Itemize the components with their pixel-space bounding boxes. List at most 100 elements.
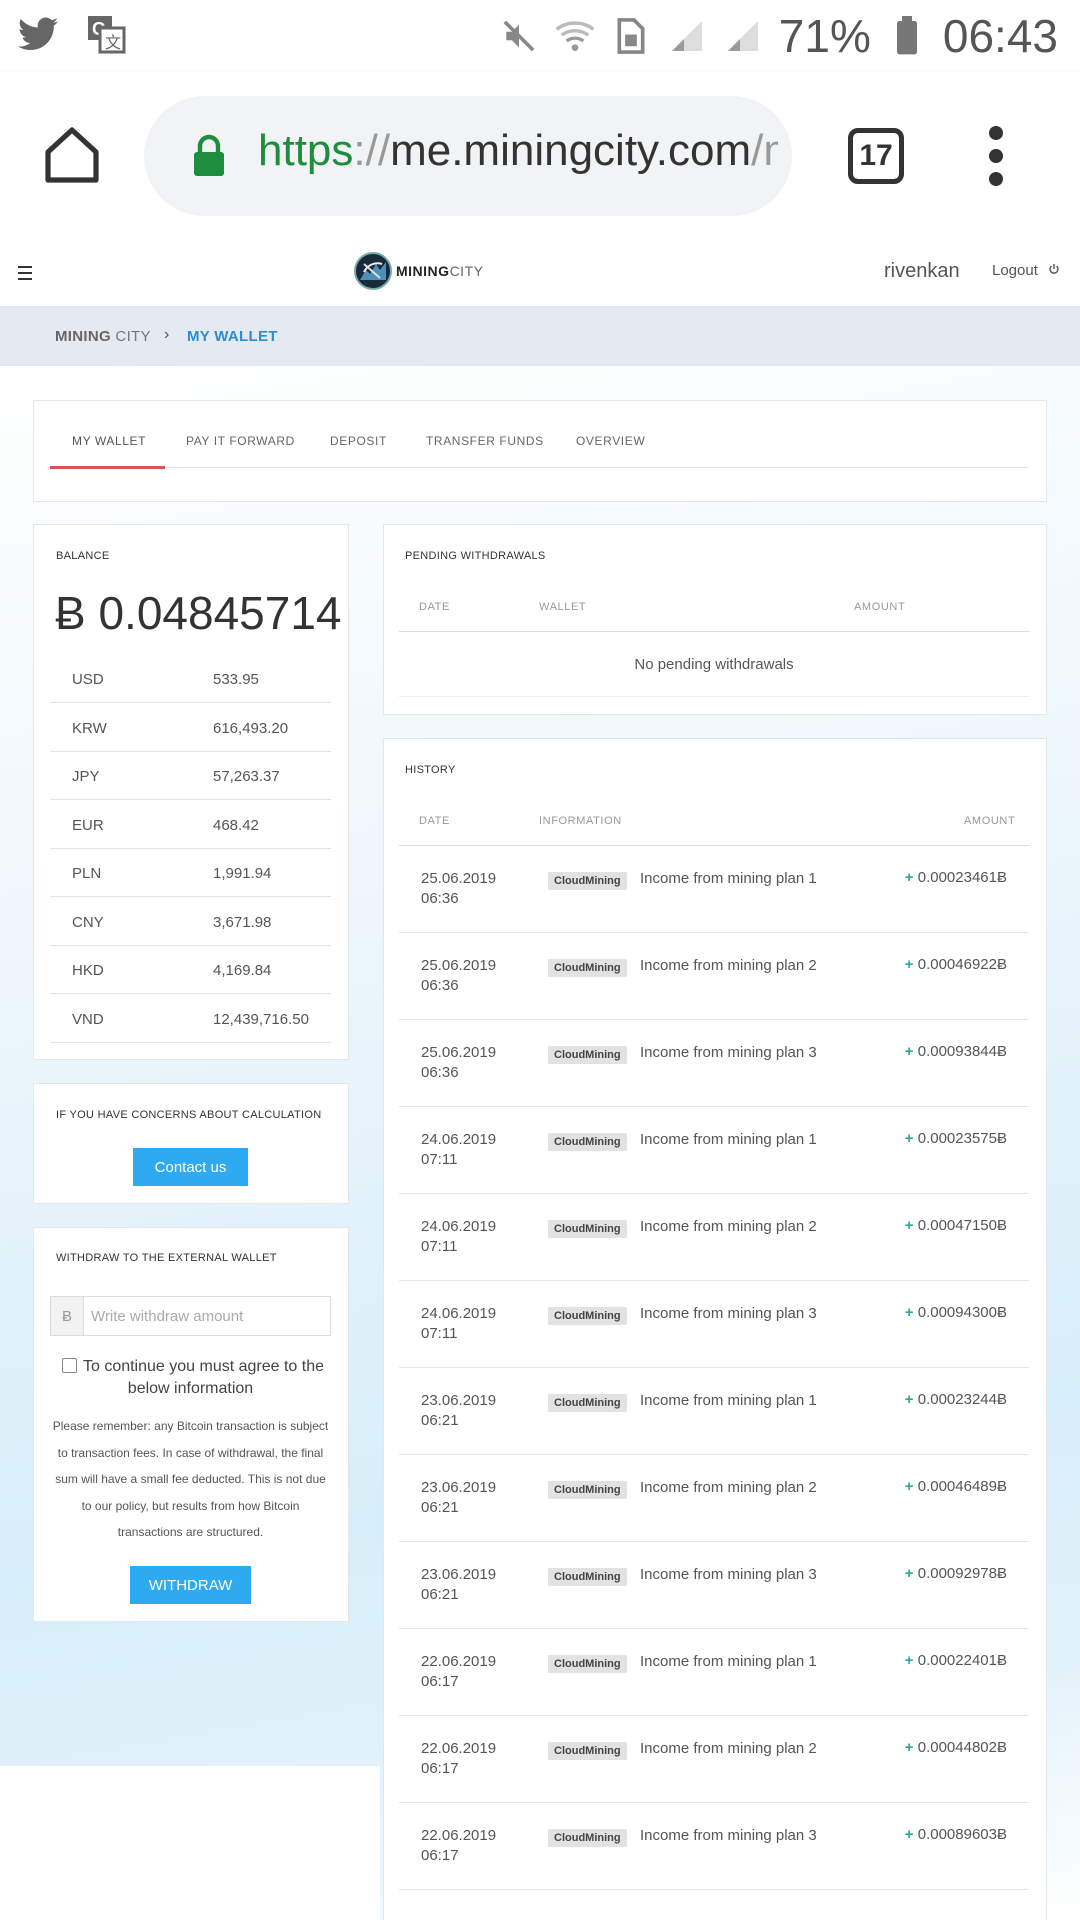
history-amount: + 0.00022401Ƀ bbox=[904, 1652, 1007, 1669]
table-row: 23.06.2019 06:21 Income from mining plan 2… bbox=[399, 1455, 1029, 1542]
table-row: 24.06.2019 07:11 Income from mining plan 3… bbox=[399, 1281, 1029, 1368]
currency-code: VND bbox=[72, 1010, 104, 1028]
tab-my-wallet[interactable]: MY WALLET bbox=[72, 434, 146, 470]
cloudmining-badge: CloudMining bbox=[548, 1307, 627, 1325]
table-row: 24.06.2019 07:11 Income from mining plan 2… bbox=[399, 1194, 1029, 1281]
pending-title: PENDING WITHDRAWALS bbox=[405, 550, 546, 562]
signal-icon bbox=[723, 16, 763, 56]
history-amount: + 0.00023461Ƀ bbox=[904, 869, 1007, 886]
logout-label: Logout bbox=[992, 262, 1038, 279]
currency-code: HKD bbox=[72, 962, 104, 979]
active-tab-indicator bbox=[50, 466, 165, 469]
mining-city-logo[interactable]: MININGCITY bbox=[354, 252, 483, 290]
currency-value: 616,493.20 bbox=[213, 719, 289, 737]
btc-balance: Ƀ 0.04845714 bbox=[55, 587, 342, 639]
history-amount: + 0.00093844Ƀ bbox=[904, 1043, 1007, 1060]
twitter-icon bbox=[18, 14, 58, 54]
home-icon[interactable] bbox=[42, 126, 102, 184]
hamburger-menu-icon[interactable] bbox=[18, 266, 32, 280]
fee-notice: Please remember: any Bitcoin transaction… bbox=[52, 1419, 329, 1539]
table-row: 25.06.2019 06:36 Income from mining plan 3… bbox=[399, 1020, 1029, 1107]
history-amount: + 0.00089603Ƀ bbox=[904, 1826, 1007, 1843]
battery-icon bbox=[887, 16, 927, 56]
breadcrumb-current: MY WALLET bbox=[187, 328, 278, 345]
history-date: 24.06.2019 07:11 bbox=[421, 1218, 497, 1255]
pending-divider bbox=[399, 696, 1029, 697]
cloudmining-badge: CloudMining bbox=[548, 872, 627, 890]
breadcrumb: MINING CITY › MY WALLET bbox=[0, 306, 1080, 366]
logo-text: MININGCITY bbox=[396, 263, 484, 279]
tab-transfer-funds[interactable]: TRANSFER FUNDS bbox=[426, 434, 544, 470]
cloudmining-badge: CloudMining bbox=[548, 959, 627, 977]
tab-overview[interactable]: OVERVIEW bbox=[576, 434, 645, 470]
history-amount: + 0.00044802Ƀ bbox=[904, 1739, 1007, 1756]
currency-row: CNY 3,671.98 bbox=[50, 898, 331, 946]
concern-title: IF YOU HAVE CONCERNS ABOUT CALCULATION bbox=[56, 1109, 322, 1121]
history-date: 22.06.2019 06:17 bbox=[421, 1653, 497, 1690]
tab-deposit[interactable]: DEPOSIT bbox=[330, 434, 387, 470]
sim-icon bbox=[611, 16, 651, 56]
contact-us-button[interactable]: Contact us bbox=[133, 1148, 248, 1186]
history-amount: + 0.00094300Ƀ bbox=[904, 1304, 1007, 1321]
agree-checkbox[interactable] bbox=[62, 1358, 77, 1373]
logout-button[interactable]: Logout bbox=[992, 262, 1060, 279]
history-date: 22.06.2019 06:17 bbox=[421, 1740, 497, 1777]
currency-value: 468.42 bbox=[213, 816, 259, 834]
breadcrumb-root[interactable]: MINING CITY bbox=[55, 328, 151, 345]
withdraw-amount-field: Ƀ bbox=[50, 1296, 331, 1336]
svg-text:文: 文 bbox=[105, 34, 121, 52]
currency-code: KRW bbox=[72, 719, 107, 737]
table-row: 22.06.2019 06:17 Income from mining plan 1… bbox=[399, 1629, 1029, 1716]
history-date: 22.06.2019 06:17 bbox=[421, 1827, 497, 1864]
pending-header-divider bbox=[399, 631, 1029, 632]
history-date: 23.06.2019 06:21 bbox=[421, 1566, 497, 1603]
translate-icon: G文 bbox=[86, 14, 126, 54]
table-row: 25.06.2019 06:36 Income from mining plan 1… bbox=[399, 846, 1029, 933]
table-row: 23.06.2019 06:21 Income from mining plan 3… bbox=[399, 1542, 1029, 1629]
history-amount: + 0.00047150Ƀ bbox=[904, 1217, 1007, 1234]
wallet-tabs: MY WALLET PAY IT FORWARD DEPOSIT TRANSFE… bbox=[50, 432, 1028, 468]
currency-code: USD bbox=[72, 671, 104, 688]
site-header: MININGCITY rivenkan Logout bbox=[0, 240, 1080, 306]
currency-value: 12,439,716.50 bbox=[213, 1010, 309, 1028]
currency-code: PLN bbox=[72, 865, 102, 882]
history-date: 24.06.2019 07:11 bbox=[421, 1305, 497, 1342]
username[interactable]: rivenkan bbox=[884, 260, 960, 283]
cloudmining-badge: CloudMining bbox=[548, 1655, 627, 1673]
table-row: 25.06.2019 06:36 Income from mining plan 2… bbox=[399, 933, 1029, 1020]
currency-row: PLN 1,991.94 bbox=[50, 849, 331, 897]
currency-code: CNY bbox=[72, 913, 104, 931]
power-icon bbox=[1048, 262, 1060, 279]
currency-value: 1,991.94 bbox=[213, 865, 272, 882]
currency-value: 4,169.84 bbox=[213, 962, 272, 979]
withdraw-title: WITHDRAW TO THE EXTERNAL WALLET bbox=[56, 1252, 277, 1264]
history-amount: + 0.00023244Ƀ bbox=[904, 1391, 1007, 1408]
cloudmining-badge: CloudMining bbox=[548, 1394, 627, 1412]
battery-percent: 71% bbox=[778, 10, 871, 62]
bitcoin-prefix-icon: Ƀ bbox=[51, 1297, 84, 1335]
tab-pay-it-forward[interactable]: PAY IT FORWARD bbox=[186, 434, 295, 470]
currency-row: VND 12,439,716.50 bbox=[50, 995, 331, 1043]
cloudmining-badge: CloudMining bbox=[548, 1481, 627, 1499]
history-date: 25.06.2019 06:36 bbox=[421, 1044, 497, 1081]
mute-icon bbox=[499, 16, 539, 56]
table-row: 24.06.2019 07:11 Income from mining plan 1… bbox=[399, 1107, 1029, 1194]
history-amount: + 0.00046922Ƀ bbox=[904, 956, 1007, 973]
cloudmining-badge: CloudMining bbox=[548, 1829, 627, 1847]
pending-col-wallet: WALLET bbox=[539, 601, 587, 613]
currency-value: 3,671.98 bbox=[213, 913, 272, 931]
history-amount: + 0.00046489Ƀ bbox=[904, 1478, 1007, 1495]
more-menu-icon[interactable] bbox=[988, 126, 1004, 186]
currency-row: KRW 616,493.20 bbox=[50, 704, 331, 752]
tab-switcher-button[interactable]: 17 bbox=[848, 128, 904, 184]
balance-title: BALANCE bbox=[56, 550, 110, 562]
history-col-information: INFORMATION bbox=[539, 815, 622, 827]
address-bar[interactable]: https://me.miningcity.com/my bbox=[144, 96, 792, 216]
currency-row: USD 533.95 bbox=[50, 655, 331, 703]
currency-row: HKD 4,169.84 bbox=[50, 946, 331, 994]
withdraw-amount-input[interactable] bbox=[91, 1305, 321, 1327]
signal-icon bbox=[667, 16, 707, 56]
withdraw-button[interactable]: WITHDRAW bbox=[130, 1566, 251, 1604]
lock-icon bbox=[192, 134, 226, 183]
history-date: 25.06.2019 06:36 bbox=[421, 957, 497, 994]
